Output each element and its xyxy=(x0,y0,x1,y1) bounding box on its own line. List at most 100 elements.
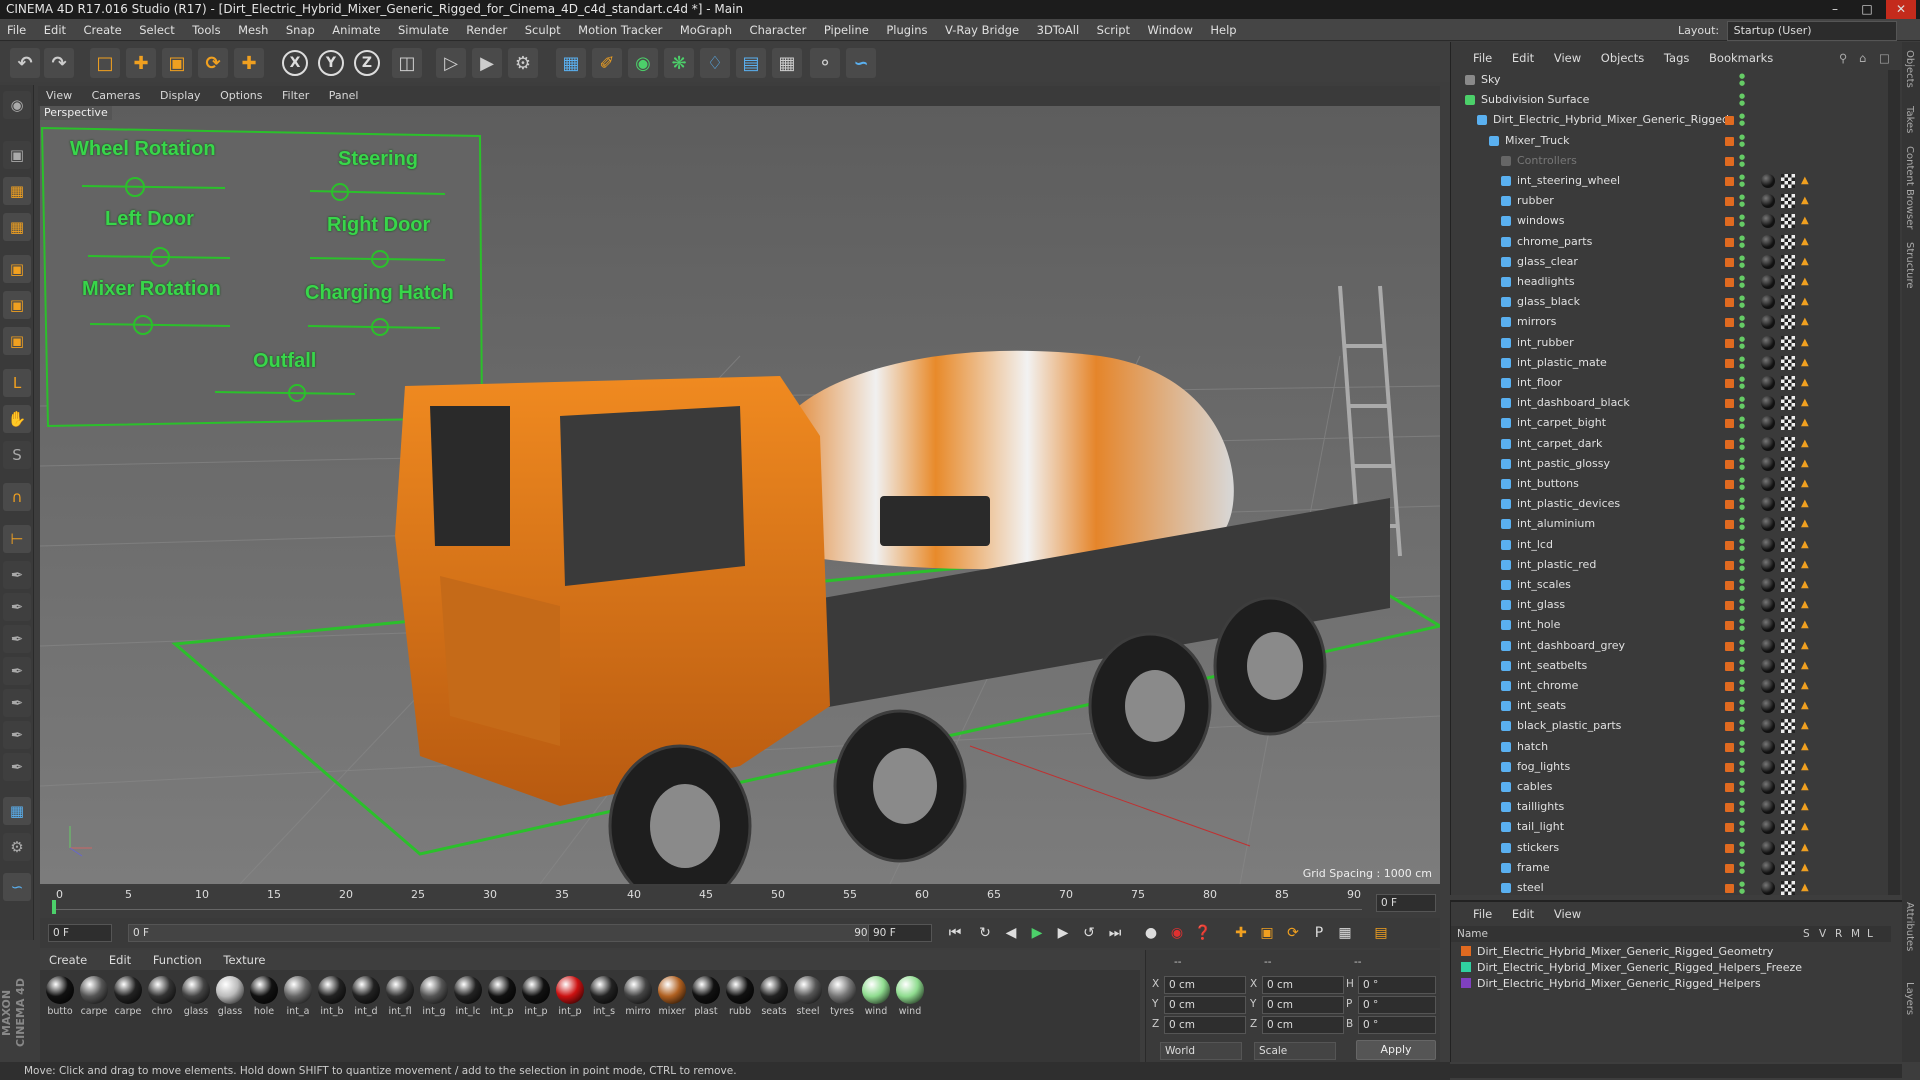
visibility-dots-icon[interactable]: ● ● xyxy=(1739,820,1745,834)
material-swatch[interactable]: seats xyxy=(758,976,790,1017)
material-tag-icon[interactable] xyxy=(1761,254,1775,269)
brush-tool-icon[interactable]: ✒ xyxy=(3,561,31,589)
visibility-dots-icon[interactable]: ● ● xyxy=(1739,739,1745,754)
object-row[interactable]: int_buttons ● ● ▲ xyxy=(1451,474,1891,494)
phong-tag-icon[interactable]: ▲ xyxy=(1801,317,1811,327)
material-tag-icon[interactable] xyxy=(1761,517,1775,532)
material-swatch[interactable]: int_b xyxy=(316,976,348,1017)
size-x-field[interactable]: 0 cm xyxy=(1262,976,1344,994)
tab-layers[interactable]: Layers xyxy=(1904,982,1915,1015)
texture-tag-icon[interactable] xyxy=(1781,719,1795,734)
visibility-dots-icon[interactable]: ● ● xyxy=(1739,840,1745,855)
autokey-icon[interactable]: ◉ xyxy=(1166,922,1188,944)
camera-icon[interactable]: ▦ xyxy=(772,48,802,78)
visibility-dots-icon[interactable]: ● ● xyxy=(1739,578,1745,592)
visibility-dots-icon[interactable]: ● ● xyxy=(1739,335,1745,350)
visibility-dots-icon[interactable]: ● ● xyxy=(1739,881,1745,895)
texture-tag-icon[interactable] xyxy=(1781,881,1795,895)
material-tag-icon[interactable] xyxy=(1761,860,1775,875)
controller-left-door[interactable]: Left Door xyxy=(105,208,194,231)
texture-tag-icon[interactable] xyxy=(1781,497,1795,512)
coordinate-system-icon[interactable]: ✚ xyxy=(234,48,264,78)
texture-tag-icon[interactable] xyxy=(1781,355,1795,370)
controller-wheel-rotation[interactable]: Wheel Rotation xyxy=(70,138,216,161)
object-row[interactable]: Sky ● ● xyxy=(1451,70,1891,90)
layer-color-icon[interactable] xyxy=(1725,156,1734,166)
object-row[interactable]: glass_black ● ● ▲ xyxy=(1451,292,1891,312)
object-row[interactable]: int_chrome ● ● ▲ xyxy=(1451,676,1891,696)
layer-color-icon[interactable] xyxy=(1725,722,1734,732)
material-swatch[interactable]: steel xyxy=(792,976,824,1017)
material-swatch[interactable]: int_fl xyxy=(384,976,416,1017)
position-x-field[interactable]: 0 cm xyxy=(1164,976,1246,994)
layers-menu-edit[interactable]: Edit xyxy=(1504,904,1542,924)
material-swatch[interactable]: butto xyxy=(44,976,76,1017)
phong-tag-icon[interactable]: ▲ xyxy=(1801,660,1811,671)
visibility-dots-icon[interactable]: ● ● xyxy=(1739,557,1745,572)
make-editable-icon[interactable]: ◉ xyxy=(3,91,31,119)
texture-tag-icon[interactable] xyxy=(1781,234,1795,249)
object-row[interactable]: steel ● ● ▲ xyxy=(1451,878,1891,898)
visibility-dots-icon[interactable]: ● ● xyxy=(1739,396,1745,410)
material-swatch[interactable]: hole xyxy=(248,976,280,1017)
menu-mesh[interactable]: Mesh xyxy=(231,19,275,41)
material-menu-texture[interactable]: Texture xyxy=(214,950,274,970)
playhead[interactable] xyxy=(52,900,56,914)
twist-tool-icon[interactable]: ✒ xyxy=(3,721,31,749)
phong-tag-icon[interactable]: ▲ xyxy=(1801,357,1811,368)
material-swatch[interactable]: chro xyxy=(146,976,178,1017)
previous-key-icon[interactable]: ↻ xyxy=(974,922,996,944)
material-tag-icon[interactable] xyxy=(1761,376,1775,390)
visibility-dots-icon[interactable]: ● ● xyxy=(1739,719,1745,733)
workflow-icon[interactable]: ⚙ xyxy=(3,833,31,861)
object-new-view-icon[interactable]: □ xyxy=(1871,48,1898,68)
rotation-key-icon[interactable]: ⟳ xyxy=(1282,922,1304,944)
texture-tag-icon[interactable] xyxy=(1781,275,1795,289)
visibility-dots-icon[interactable]: ● ● xyxy=(1739,679,1745,693)
timeline-ruler[interactable]: 0 5 10 15 20 25 30 35 40 45 50 55 60 65 … xyxy=(52,886,1362,904)
phong-tag-icon[interactable]: ▲ xyxy=(1801,721,1811,731)
material-tag-icon[interactable] xyxy=(1761,658,1775,673)
material-tag-icon[interactable] xyxy=(1761,699,1775,714)
max-frame-field[interactable]: 90 F xyxy=(868,924,932,942)
object-row[interactable]: black_plastic_parts ● ● ▲ xyxy=(1451,716,1891,736)
object-row[interactable]: int_lcd ● ● ▲ xyxy=(1451,535,1891,555)
material-tag-icon[interactable] xyxy=(1761,355,1775,370)
objects-menu-view[interactable]: View xyxy=(1546,48,1589,68)
layer-color-icon[interactable] xyxy=(1725,480,1734,489)
texture-tag-icon[interactable] xyxy=(1781,699,1795,714)
object-row[interactable]: int_seatbelts ● ● ▲ xyxy=(1451,656,1891,676)
material-tag-icon[interactable] xyxy=(1761,638,1775,653)
object-row[interactable]: int_steering_wheel ● ● ▲ xyxy=(1451,171,1891,191)
layer-color-icon[interactable] xyxy=(1725,661,1734,671)
layer-color-icon[interactable] xyxy=(1725,843,1734,853)
menu-sculpt[interactable]: Sculpt xyxy=(518,19,568,41)
material-tag-icon[interactable] xyxy=(1761,315,1775,330)
layer-color-icon[interactable] xyxy=(1725,358,1734,368)
play-icon[interactable]: ▶ xyxy=(1026,922,1048,944)
objects-menu-objects[interactable]: Objects xyxy=(1593,48,1652,68)
material-tag-icon[interactable] xyxy=(1761,881,1775,895)
object-row[interactable]: int_seats ● ● ▲ xyxy=(1451,696,1891,716)
material-tag-icon[interactable] xyxy=(1761,295,1775,310)
texture-tag-icon[interactable] xyxy=(1781,860,1795,875)
object-row[interactable]: frame ● ● ▲ xyxy=(1451,858,1891,878)
minimize-icon[interactable]: – xyxy=(1820,0,1850,19)
menu-window[interactable]: Window xyxy=(1141,19,1200,41)
coordinate-space-dropdown[interactable]: World xyxy=(1160,1042,1242,1060)
phong-tag-icon[interactable]: ▲ xyxy=(1801,761,1811,772)
layer-color-icon[interactable] xyxy=(1725,540,1734,550)
object-row[interactable]: int_pastic_glossy ● ● ▲ xyxy=(1451,454,1891,474)
object-row[interactable]: Mixer_Truck ● ● xyxy=(1451,131,1891,151)
maximize-icon[interactable]: □ xyxy=(1852,0,1882,19)
layer-color-icon[interactable] xyxy=(1725,520,1734,530)
texture-tag-icon[interactable] xyxy=(1781,578,1795,592)
position-y-field[interactable]: 0 cm xyxy=(1164,996,1246,1014)
material-tag-icon[interactable] xyxy=(1761,477,1775,491)
visibility-dots-icon[interactable]: ● ● xyxy=(1739,456,1745,471)
visibility-dots-icon[interactable]: ● ● xyxy=(1739,355,1745,370)
objects-menu-edit[interactable]: Edit xyxy=(1504,48,1542,68)
material-tag-icon[interactable] xyxy=(1761,194,1775,209)
render-view-icon[interactable]: ▷ xyxy=(436,48,466,78)
texture-tag-icon[interactable] xyxy=(1781,194,1795,209)
